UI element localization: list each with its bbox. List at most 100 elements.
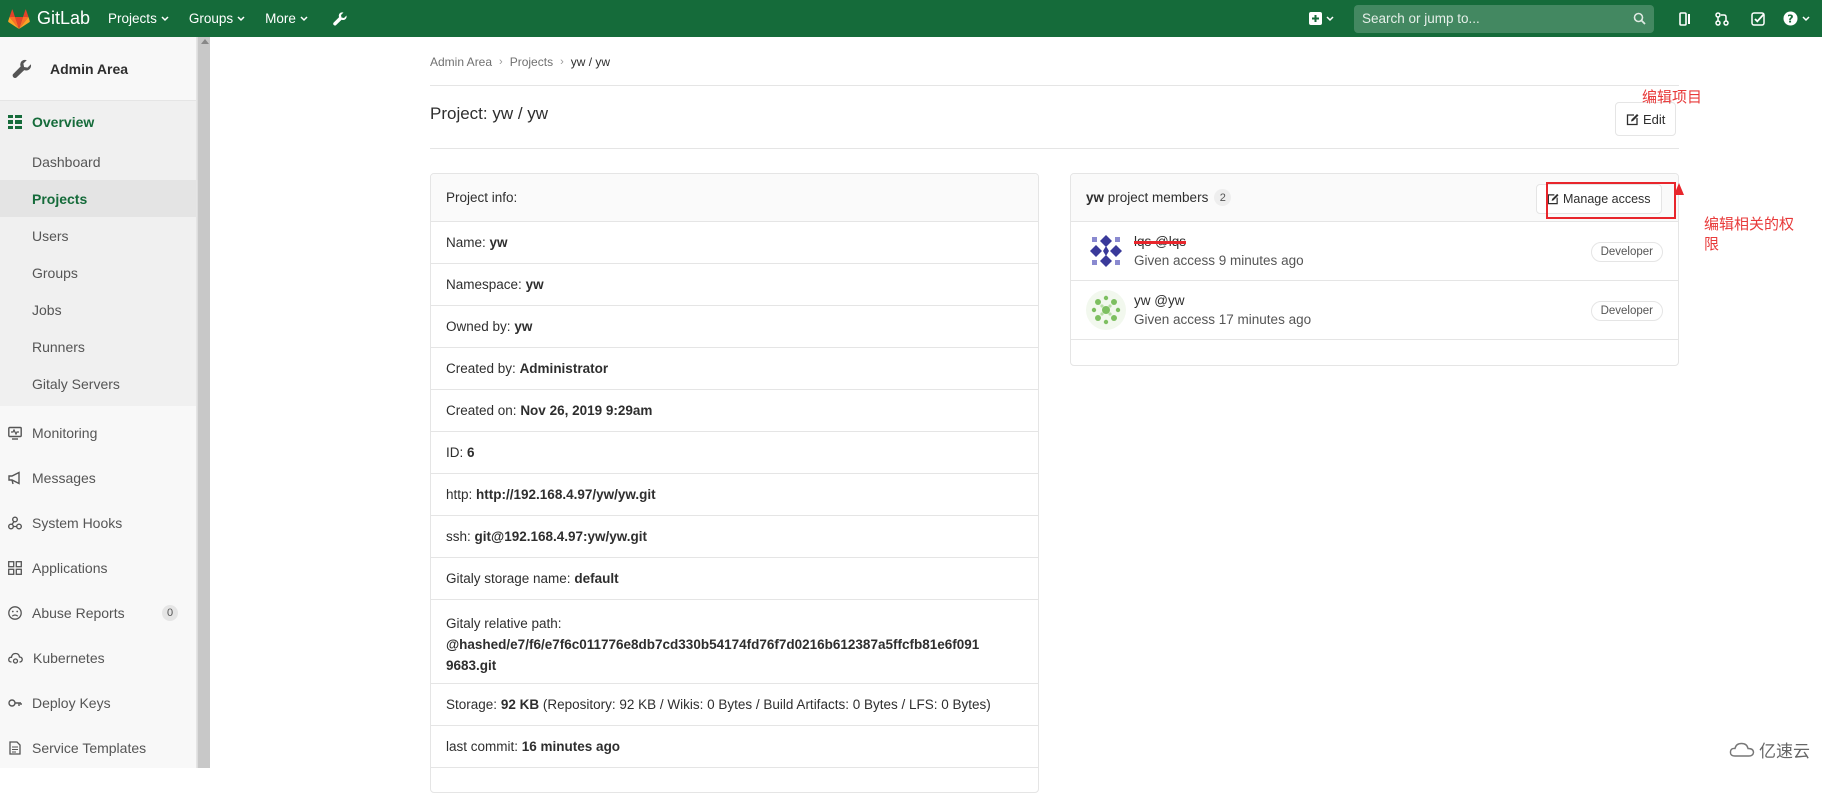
member-avatar[interactable] (1086, 290, 1126, 330)
top-navbar: GitLab Projects Groups More Search or ju… (0, 0, 1822, 37)
info-value[interactable]: yw (526, 277, 544, 292)
info-row-gitaly-path: Gitaly relative path: @hashed/e7/f6/e7f6… (431, 600, 1038, 684)
info-label: ID: (446, 445, 463, 460)
info-value: 9683.git (446, 658, 496, 673)
merge-requests-button[interactable] (1704, 0, 1740, 37)
nav-projects[interactable]: Projects (108, 11, 169, 26)
todos-button[interactable] (1740, 0, 1776, 37)
info-value: 6 (467, 445, 475, 460)
annotation-line: 限 (1704, 235, 1794, 255)
members-group-name: yw (1086, 190, 1104, 205)
sidebar-item-jobs[interactable]: Jobs (0, 291, 196, 328)
cloud-logo-icon (1729, 742, 1755, 758)
edit-icon (1626, 113, 1639, 126)
chevron-down-icon (161, 16, 169, 22)
info-value: default (574, 571, 618, 586)
chevron-down-icon (1326, 16, 1334, 22)
sidebar-item-service-templates[interactable]: Service Templates (0, 725, 196, 770)
member-access-time: Given access 9 minutes ago (1134, 253, 1304, 268)
sidebar-item-overview[interactable]: Overview (0, 101, 196, 143)
breadcrumb: Admin Area › Projects › yw / yw (430, 55, 610, 69)
gitlab-home-link[interactable]: GitLab (8, 0, 90, 37)
highlight-box (1546, 182, 1676, 219)
watermark-text: 亿速云 (1759, 737, 1810, 762)
member-name[interactable]: lqs @lqs (1134, 234, 1304, 249)
sidebar-item-monitoring[interactable]: Monitoring (0, 410, 196, 455)
info-label: Storage: (446, 697, 497, 712)
sidebar-item-messages[interactable]: Messages (0, 455, 196, 500)
edit-label: Edit (1643, 112, 1665, 127)
sidebar-item-gitaly-servers[interactable]: Gitaly Servers (0, 365, 196, 406)
sidebar-title: Admin Area (50, 61, 128, 77)
merge-request-icon (1715, 12, 1729, 26)
template-icon (8, 741, 22, 755)
sidebar-item-abuse-reports[interactable]: Abuse Reports 0 (0, 590, 196, 635)
todo-check-icon (1751, 12, 1765, 26)
annotation-line: 编辑相关的权 (1704, 215, 1794, 235)
sidebar-item-users[interactable]: Users (0, 217, 196, 254)
sidebar-item-projects[interactable]: Projects (0, 180, 196, 217)
new-menu-button[interactable] (1302, 0, 1340, 37)
sidebar-applications-label: Applications (32, 560, 108, 576)
annotation-arrow-icon (1674, 183, 1684, 195)
admin-sidebar: Admin Area Overview Dashboard Projects U… (0, 37, 197, 768)
info-value: 92 KB (501, 697, 539, 712)
sidebar-scrollbar[interactable] (197, 37, 210, 768)
storage-detail: (Repository: 92 KB / Wikis: 0 Bytes / Bu… (543, 697, 991, 712)
breadcrumb-projects[interactable]: Projects (510, 55, 553, 69)
members-title: project members (1108, 190, 1209, 205)
sidebar-item-kubernetes[interactable]: Kubernetes (0, 635, 196, 680)
wrench-icon (10, 57, 34, 81)
member-avatar[interactable] (1086, 231, 1126, 271)
search-input[interactable]: Search or jump to... (1354, 5, 1654, 33)
admin-area-link[interactable] (328, 11, 348, 27)
member-access-time: Given access 17 minutes ago (1134, 312, 1311, 327)
issues-button[interactable] (1668, 0, 1704, 37)
nav-more[interactable]: More (265, 11, 308, 26)
info-row-name: Name: yw (431, 222, 1038, 264)
chevron-down-icon (237, 16, 245, 22)
info-value: git@192.168.4.97:yw/yw.git (475, 529, 648, 544)
info-label: ssh: (446, 529, 471, 544)
member-row: lqs @lqs Given access 9 minutes ago Deve… (1071, 222, 1678, 281)
monitor-icon (8, 426, 22, 440)
members-count-badge: 2 (1214, 189, 1231, 206)
sidebar-item-groups[interactable]: Groups (0, 254, 196, 291)
nav-groups[interactable]: Groups (189, 11, 245, 26)
divider (430, 85, 1679, 86)
sidebar-item-applications[interactable]: Applications (0, 545, 196, 590)
nav-more-label: More (265, 11, 296, 26)
annotation-manage-access: 编辑相关的权 限 (1704, 215, 1794, 255)
wrench-icon (332, 11, 348, 27)
sidebar-item-deploy-keys[interactable]: Deploy Keys (0, 680, 196, 725)
member-row: yw @yw Given access 17 minutes ago Devel… (1071, 281, 1678, 340)
sidebar-deploy-keys-label: Deploy Keys (32, 695, 111, 711)
svg-text:?: ? (1787, 12, 1793, 25)
chevron-down-icon (300, 16, 308, 22)
sidebar-overview-group: Overview Dashboard Projects Users Groups… (0, 101, 196, 406)
chevron-down-icon (1802, 16, 1810, 22)
breadcrumb-current[interactable]: yw / yw (571, 55, 610, 69)
info-value[interactable]: yw (514, 319, 532, 334)
search-placeholder: Search or jump to... (1362, 11, 1633, 26)
info-row-storage: Storage: 92 KB (Repository: 92 KB / Wiki… (431, 684, 1038, 726)
sidebar-messages-label: Messages (32, 470, 96, 486)
sidebar-item-system-hooks[interactable]: System Hooks (0, 500, 196, 545)
page-title: Project: yw / yw (430, 104, 548, 124)
sidebar-header[interactable]: Admin Area (0, 37, 196, 101)
info-value: 16 minutes ago (522, 739, 620, 754)
sidebar-overview-label: Overview (32, 114, 94, 130)
breadcrumb-admin-area[interactable]: Admin Area (430, 55, 492, 69)
sidebar-item-runners[interactable]: Runners (0, 328, 196, 365)
frown-face-icon (8, 606, 22, 620)
member-name[interactable]: yw @yw (1134, 293, 1311, 308)
info-value: Nov 26, 2019 9:29am (520, 403, 652, 418)
info-row-last-commit: last commit: 16 minutes ago (431, 726, 1038, 768)
info-label: Created by: (446, 361, 516, 376)
help-menu-button[interactable]: ? (1776, 0, 1816, 37)
overview-grid-icon (8, 115, 22, 129)
info-row-gitaly-storage: Gitaly storage name: default (431, 558, 1038, 600)
sidebar-item-dashboard[interactable]: Dashboard (0, 143, 196, 180)
info-label: last commit: (446, 739, 518, 754)
project-info-header: Project info: (431, 174, 1038, 222)
